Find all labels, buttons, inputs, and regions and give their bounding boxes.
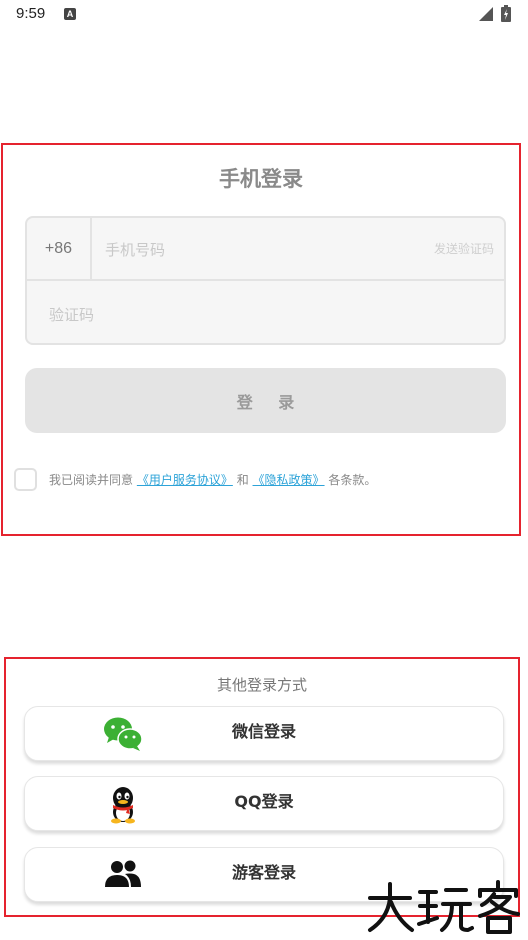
agreement-text: 我已阅读并同意 《用户服务协议》 和 《隐私政策》 各条款。 [49,471,376,488]
other-login-title: 其他登录方式 [216,676,307,694]
user-agreement-link[interactable]: 《用户服务协议》 [137,473,233,487]
phone-login-panel: 手机登录 +86 发送验证码 登 录 我已阅读并同意 《用户服务协议》 和 《隐… [1,143,521,536]
watermark-logo [368,880,520,934]
agreement-and: 和 [236,473,249,487]
battery-icon [501,5,511,22]
status-bar: 9:59 A [0,0,528,30]
privacy-policy-link[interactable]: 《隐私政策》 [253,473,325,487]
wechat-login-label: 微信登录 [231,722,296,741]
agreement-prefix: 我已阅读并同意 [49,473,134,487]
verification-code-input[interactable] [49,303,469,327]
agreement-row: 我已阅读并同意 《用户服务协议》 和 《隐私政策》 各条款。 [14,468,514,492]
signal-icon [479,7,493,21]
send-code-button[interactable]: 发送验证码 [434,240,494,257]
qq-login-button[interactable]: QQ登录 [24,776,504,831]
notification-icon: A [64,8,76,20]
wechat-login-button[interactable]: 微信登录 [24,706,504,761]
login-button[interactable]: 登 录 [25,368,506,433]
qq-login-label: QQ登录 [234,792,294,811]
agreement-checkbox[interactable] [14,468,37,491]
agreement-suffix: 各条款。 [328,473,377,487]
country-code-selector[interactable]: +86 [27,218,92,281]
status-time: 9:59 [16,5,46,22]
login-form: +86 发送验证码 [25,216,506,345]
phone-number-input[interactable] [105,238,395,262]
login-title: 手机登录 [219,167,303,191]
phone-row: +86 发送验证码 [27,218,504,281]
